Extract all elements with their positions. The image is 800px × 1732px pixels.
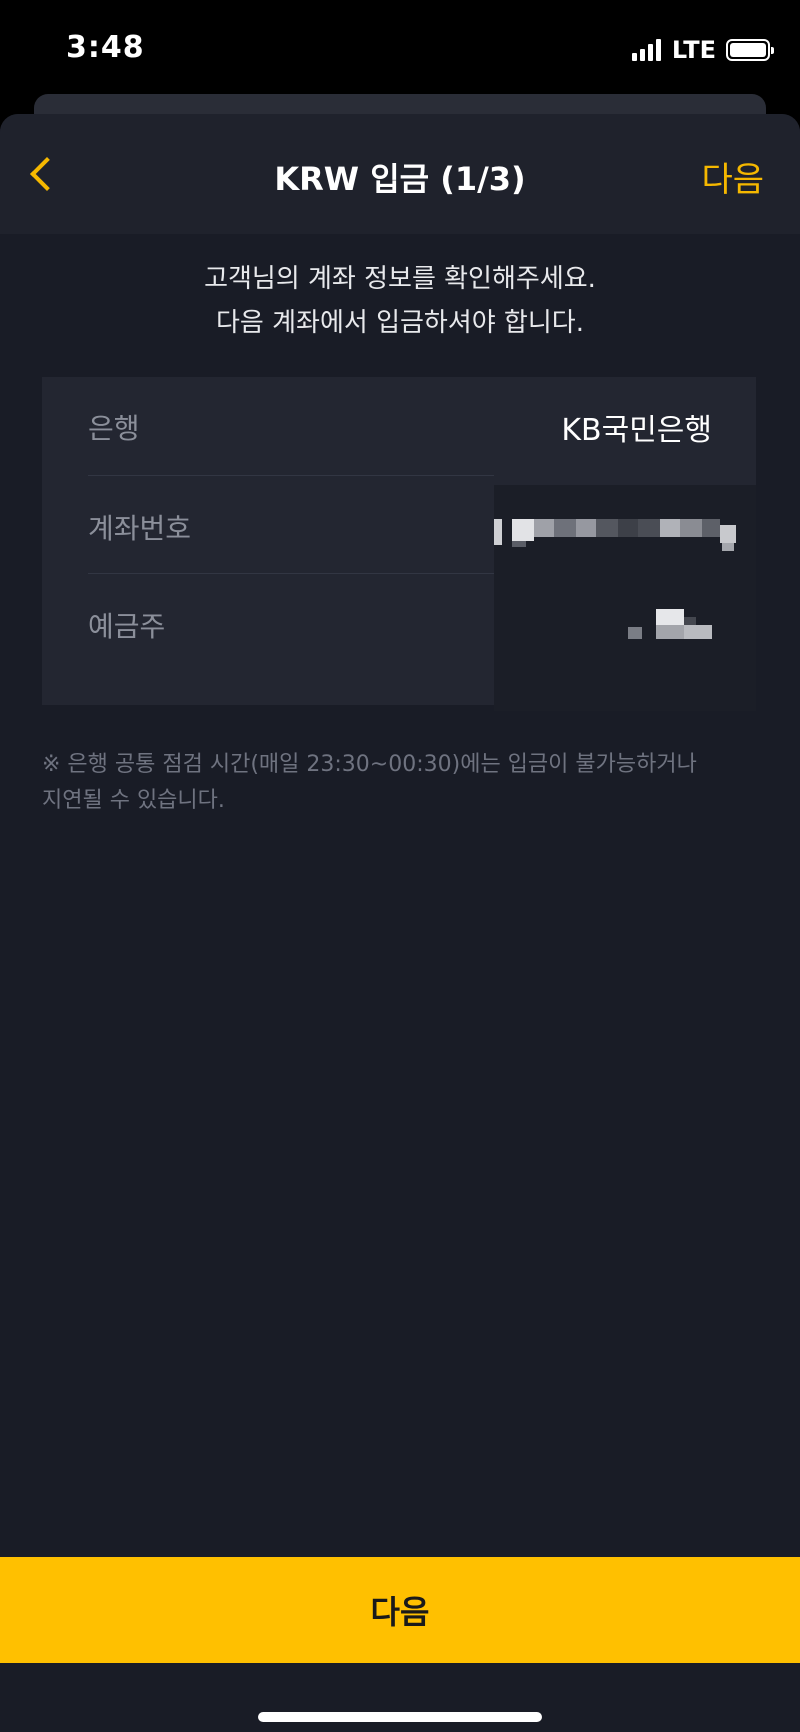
network-label: LTE (671, 36, 716, 64)
battery-icon (726, 39, 774, 61)
deposit-sheet: KRW 입금 (1/3) 다음 고객님의 계좌 정보를 확인해주세요. 다음 계… (0, 114, 800, 1732)
bank-row: 은행 KB국민은행 (88, 377, 712, 475)
bank-value: KB국민은행 (561, 413, 712, 448)
redaction-mosaic (494, 485, 756, 711)
intro-text: 고객님의 계좌 정보를 확인해주세요. 다음 계좌에서 입금하셔야 합니다. (0, 257, 800, 345)
home-indicator (258, 1712, 542, 1722)
intro-line-1: 고객님의 계좌 정보를 확인해주세요. (204, 264, 596, 294)
bank-label: 은행 (88, 412, 140, 445)
account-holder-label: 예금주 (88, 610, 166, 643)
signal-icon (631, 39, 664, 61)
maintenance-notice: ※ 은행 공통 점검 시간(매일 23:30~00:30)에는 입금이 불가능하… (42, 747, 762, 819)
status-indicators: LTE (631, 36, 774, 64)
divider (88, 475, 494, 476)
next-button[interactable]: 다음 (0, 1557, 800, 1663)
nav-next-button[interactable]: 다음 (701, 152, 764, 201)
divider (88, 573, 494, 574)
status-bar: 3:48 LTE (0, 0, 800, 100)
nav-bar: KRW 입금 (1/3) 다음 (0, 114, 800, 234)
intro-line-2: 다음 계좌에서 입금하셔야 합니다. (216, 308, 584, 338)
notice-line-2: 지연될 수 있습니다. (42, 788, 225, 813)
account-number-label: 계좌번호 (88, 512, 192, 545)
account-info-card: 은행 KB국민은행 계좌번호 예금주 (42, 377, 756, 711)
notice-line-1: ※ 은행 공통 점검 시간(매일 23:30~00:30)에는 입금이 불가능하… (42, 752, 697, 777)
page-title: KRW 입금 (1/3) (274, 160, 526, 198)
status-time: 3:48 (66, 30, 145, 65)
